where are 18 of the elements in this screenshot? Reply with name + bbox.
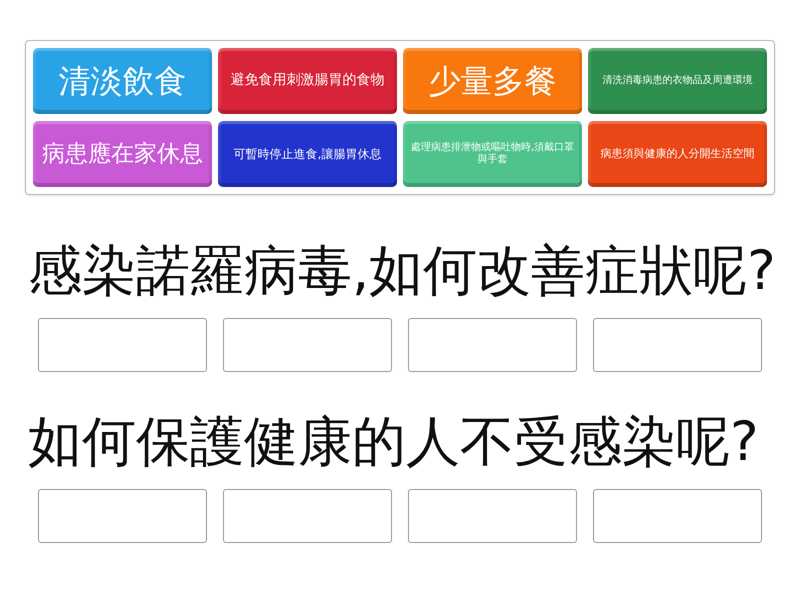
answer-slot[interactable] <box>408 489 577 543</box>
question-heading: 如何保護健康的人不受感染呢? <box>28 410 759 474</box>
answer-tile[interactable]: 可暫時停止進食,讓腸胃休息 <box>218 121 397 187</box>
answer-tile[interactable]: 清淡飲食 <box>33 48 212 114</box>
question-heading: 感染諾羅病毒,如何改善症狀呢? <box>28 239 776 303</box>
answer-slot[interactable] <box>223 318 392 372</box>
answer-slot[interactable] <box>223 489 392 543</box>
answer-tile[interactable]: 病患應在家休息 <box>33 121 212 187</box>
answer-slot[interactable] <box>593 489 762 543</box>
answer-tile[interactable]: 處理病患排泄物或嘔吐物時,須戴口罩與手套 <box>403 121 582 187</box>
answer-slot[interactable] <box>38 489 207 543</box>
answer-slot[interactable] <box>38 318 207 372</box>
answer-tile[interactable]: 避免食用刺激腸胃的食物 <box>218 48 397 114</box>
answer-slot[interactable] <box>593 318 762 372</box>
answer-tile[interactable]: 少量多餐 <box>403 48 582 114</box>
answer-slot[interactable] <box>408 318 577 372</box>
answer-tile[interactable]: 病患須與健康的人分開生活空間 <box>588 121 767 187</box>
answer-tile[interactable]: 清洗消毒病患的衣物品及周遭環境 <box>588 48 767 114</box>
